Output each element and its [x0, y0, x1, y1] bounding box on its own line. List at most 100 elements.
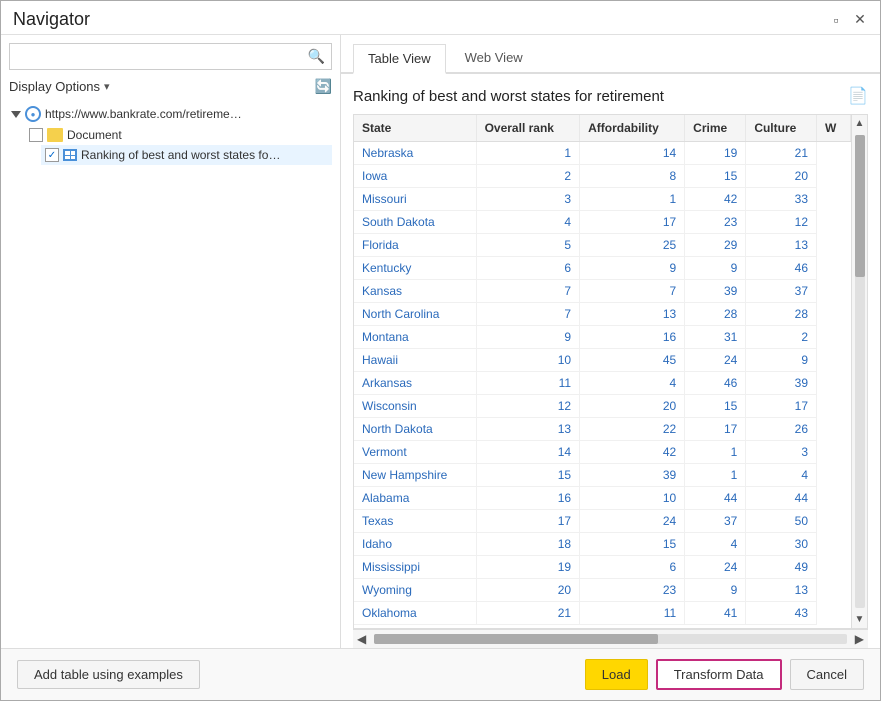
cell-num: 9 — [476, 326, 580, 349]
vertical-scroll-thumb[interactable] — [855, 135, 865, 277]
cell-num: 30 — [746, 533, 817, 556]
cell-num: 37 — [685, 510, 746, 533]
cell-num: 4 — [580, 372, 685, 395]
cell-state: Oklahoma — [354, 602, 476, 625]
tree-url-label: https://www.bankrate.com/retirement/best… — [45, 107, 245, 121]
table-row: Wyoming2023913 — [354, 579, 851, 602]
col-culture: Culture — [746, 115, 817, 142]
document-checkbox[interactable] — [29, 128, 43, 142]
col-state: State — [354, 115, 476, 142]
load-button[interactable]: Load — [585, 659, 648, 690]
cell-num: 37 — [746, 280, 817, 303]
table-row: Kentucky69946 — [354, 257, 851, 280]
cell-num: 16 — [476, 487, 580, 510]
data-table: State Overall rank Affordability Crime C… — [354, 115, 851, 625]
table-row: Arkansas1144639 — [354, 372, 851, 395]
cell-num: 5 — [476, 234, 580, 257]
close-button[interactable]: ✕ — [852, 12, 868, 28]
title-bar: Navigator ▫ ✕ — [1, 1, 880, 35]
cell-num: 20 — [580, 395, 685, 418]
cell-num: 44 — [746, 487, 817, 510]
cell-num: 13 — [580, 303, 685, 326]
cell-num: 3 — [746, 441, 817, 464]
cell-num: 31 — [685, 326, 746, 349]
cell-num: 29 — [685, 234, 746, 257]
search-icon: 🔍 — [302, 44, 331, 69]
cell-num: 17 — [746, 395, 817, 418]
scroll-down-arrow[interactable]: ▼ — [855, 611, 865, 628]
table-checkbox[interactable] — [45, 148, 59, 162]
preview-title: Ranking of best and worst states for ret… — [353, 88, 664, 105]
horizontal-scrollbar[interactable]: ◀ ▶ — [353, 629, 868, 648]
cell-num: 9 — [685, 257, 746, 280]
cell-num: 49 — [746, 556, 817, 579]
export-icon[interactable]: 📄 — [848, 86, 868, 106]
col-affordability: Affordability — [580, 115, 685, 142]
cell-state: North Dakota — [354, 418, 476, 441]
tree-item-url[interactable]: ● https://www.bankrate.com/retirement/be… — [9, 103, 332, 125]
scroll-right-arrow[interactable]: ▶ — [855, 632, 864, 646]
minimize-button[interactable]: ▫ — [828, 12, 844, 28]
table-row: Alabama16104444 — [354, 487, 851, 510]
scroll-up-arrow[interactable]: ▲ — [855, 115, 865, 132]
cell-num: 17 — [476, 510, 580, 533]
cell-state: Arkansas — [354, 372, 476, 395]
main-content: 🔍 Display Options ▾ 🔄 ● https://www.bank… — [1, 35, 880, 648]
table-row: Iowa281520 — [354, 165, 851, 188]
search-input[interactable] — [10, 45, 302, 68]
cell-num: 7 — [476, 303, 580, 326]
cell-state: Idaho — [354, 533, 476, 556]
display-options-button[interactable]: Display Options ▾ — [9, 79, 110, 94]
collapse-arrow-icon — [11, 111, 21, 118]
table-row: Idaho1815430 — [354, 533, 851, 556]
cell-state: North Carolina — [354, 303, 476, 326]
table-with-scroll: State Overall rank Affordability Crime C… — [353, 114, 868, 629]
tab-table-view[interactable]: Table View — [353, 44, 446, 74]
cell-num: 23 — [580, 579, 685, 602]
cell-num: 4 — [746, 464, 817, 487]
table-row: South Dakota4172312 — [354, 211, 851, 234]
table-row: Montana916312 — [354, 326, 851, 349]
cell-num: 22 — [580, 418, 685, 441]
search-bar: 🔍 — [9, 43, 332, 70]
tree-sub-item-document[interactable]: Document — [25, 125, 332, 145]
col-crime: Crime — [685, 115, 746, 142]
preview-area: Ranking of best and worst states for ret… — [341, 74, 880, 648]
vertical-scrollbar[interactable]: ▲ ▼ — [851, 115, 867, 628]
cell-num: 9 — [746, 349, 817, 372]
scroll-left-arrow[interactable]: ◀ — [357, 632, 366, 646]
cell-num: 10 — [580, 487, 685, 510]
cell-num: 15 — [476, 464, 580, 487]
tab-web-view[interactable]: Web View — [450, 43, 538, 72]
cell-state: Hawaii — [354, 349, 476, 372]
horizontal-scroll-track[interactable] — [374, 634, 847, 644]
table-label: Ranking of best and worst states for ret… — [81, 148, 281, 162]
table-row: Vermont144213 — [354, 441, 851, 464]
col-w: W — [817, 115, 851, 142]
table-row: New Hampshire153914 — [354, 464, 851, 487]
table-scroll-area[interactable]: State Overall rank Affordability Crime C… — [354, 115, 851, 628]
vertical-scroll-track[interactable] — [855, 135, 865, 608]
cell-num: 6 — [476, 257, 580, 280]
tree-sub-item-table[interactable]: Ranking of best and worst states for ret… — [41, 145, 332, 165]
cell-num: 42 — [580, 441, 685, 464]
cell-num: 24 — [685, 556, 746, 579]
table-row: North Carolina7132828 — [354, 303, 851, 326]
cell-state: Nebraska — [354, 142, 476, 165]
right-panel: Table View Web View Ranking of best and … — [341, 35, 880, 648]
folder-icon — [47, 128, 63, 142]
cell-num: 24 — [685, 349, 746, 372]
tabs-bar: Table View Web View — [341, 35, 880, 74]
col-overall-rank: Overall rank — [476, 115, 580, 142]
refresh-icon[interactable]: 🔄 — [315, 78, 332, 95]
add-table-button[interactable]: Add table using examples — [17, 660, 200, 689]
navigator-dialog: Navigator ▫ ✕ 🔍 Display Options ▾ 🔄 — [0, 0, 881, 701]
cell-num: 39 — [580, 464, 685, 487]
cell-num: 21 — [476, 602, 580, 625]
cell-num: 12 — [746, 211, 817, 234]
table-row: Mississippi1962449 — [354, 556, 851, 579]
cell-num: 28 — [746, 303, 817, 326]
horizontal-scroll-thumb[interactable] — [374, 634, 658, 644]
transform-data-button[interactable]: Transform Data — [656, 659, 782, 690]
cancel-button[interactable]: Cancel — [790, 659, 864, 690]
